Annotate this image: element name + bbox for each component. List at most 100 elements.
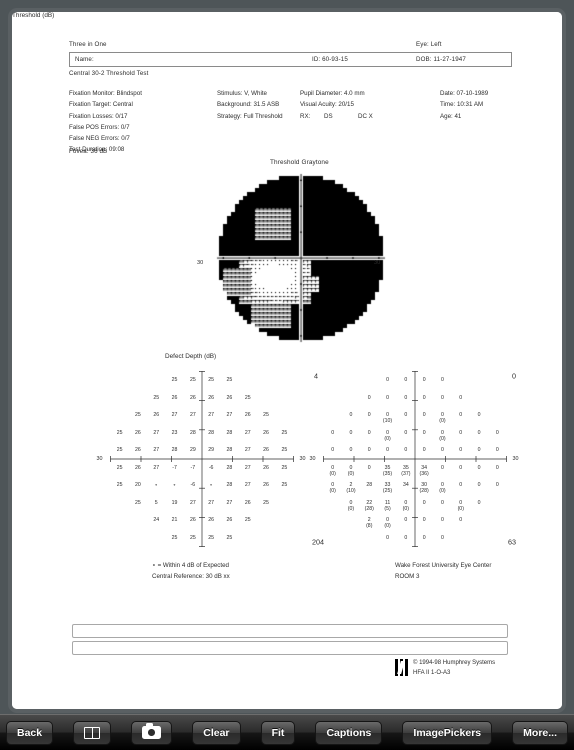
defect-depth-grid: 25 25 25 25 25 26 26 26 26 25 25 26 27 27 27 27 26 25 25 26… [87, 364, 317, 554]
grid-value: 26 [244, 499, 251, 506]
grid-value: 0 [440, 447, 444, 454]
fovea-value: Fovea: 36 dB [69, 148, 108, 155]
grid-value: 25 [171, 377, 178, 384]
defect-depth-title: Defect Depth (dB) [165, 353, 217, 360]
grid-value: 24 [153, 517, 160, 524]
grid-value: ∘ [154, 482, 158, 489]
th-grid-axis-right: 30 [512, 456, 519, 462]
grid-value: 0 [422, 394, 426, 401]
strategy: Strategy: Full Threshold [217, 112, 283, 120]
grid-value: 27 [153, 464, 160, 471]
pupil-diameter: Pupil Diameter: 4.0 mm [300, 90, 365, 97]
grid-value: 28 [208, 429, 215, 436]
false-neg-errors: False NEG Errors: 0/7 [69, 135, 130, 143]
grid-retest-value: (0) [439, 435, 446, 442]
grid-value: 0 [440, 377, 444, 384]
eye-label: Eye: Left [416, 41, 442, 48]
grid-value: 26 [208, 394, 215, 401]
grid-value: 0 [459, 394, 463, 401]
back-button[interactable]: Back [6, 720, 54, 745]
grid-value: 26 [208, 517, 215, 524]
camera-button[interactable] [131, 720, 173, 745]
defect-legend: ∘ = Within 4 dB of Expected Central Refe… [152, 560, 230, 582]
grid-value: 34 [402, 482, 409, 489]
grid-value: -7 [190, 464, 196, 471]
fit-button[interactable]: Fit [260, 720, 296, 745]
grid-value: 26 [263, 482, 269, 489]
grid-value: 0 [459, 429, 463, 436]
fixation-target: Fixation Target: Central [69, 101, 133, 109]
copyright-line: © 1994-98 Humphrey Systems [413, 660, 496, 666]
grid-value: 26 [135, 429, 141, 436]
document-page-frame[interactable]: Three in One Eye: Left Name: ID: 60-93-1… [8, 8, 566, 713]
more-button[interactable]: More... [512, 720, 569, 745]
copyright-text: © 1994-98 Humphrey Systems HFA II 1-O-A3 [413, 659, 495, 678]
central-reference: Central Reference: 30 dB xx [152, 573, 230, 580]
grid-value: 25 [226, 377, 233, 384]
grid-value: 0 [422, 517, 426, 524]
grid-value: 0 [495, 464, 499, 471]
captions-button[interactable]: Captions [315, 720, 383, 745]
grid-value: 0 [367, 464, 371, 471]
grid-value: 0 [422, 534, 426, 541]
grid-value: 27 [171, 412, 178, 419]
grid-value: 27 [244, 482, 251, 489]
grid-value: 0 [422, 429, 426, 436]
imagepickers-button[interactable]: ImagePickers [402, 720, 493, 745]
grid-value: 0 [404, 447, 408, 454]
grid-value: 0 [422, 499, 426, 506]
grid-retest-value: (0) [329, 488, 336, 495]
grid-value: -7 [172, 464, 177, 471]
grid-value: 0 [440, 517, 444, 524]
grid-retest-value: (0) [384, 523, 391, 530]
grid-value: 0 [331, 429, 335, 436]
grid-value: 28 [366, 482, 373, 489]
graytone-axis-right: 30 [374, 260, 381, 266]
patient-name-field: Name: [75, 56, 94, 63]
grid-retest-value: (5) [384, 505, 391, 512]
grid-value: 28 [171, 447, 178, 454]
grid-value: 0 [440, 464, 444, 471]
patient-age: Age: 41 [440, 112, 462, 120]
corner-top-left: 4 [314, 371, 318, 381]
grid-value: 28 [226, 429, 233, 436]
site-name: Wake Forest University Eye Center [395, 562, 492, 569]
grid-retest-value: (0) [439, 418, 446, 425]
grid-value: 0 [477, 447, 481, 454]
grid-value: 25 [281, 447, 288, 454]
grid-value: 0 [367, 429, 371, 436]
grid-value: 25 [135, 412, 141, 419]
comment-box-2[interactable] [72, 641, 508, 655]
grid-value: 0 [440, 534, 444, 541]
grid-value: 25 [116, 482, 123, 489]
grid-retest-value: (35) [382, 470, 393, 477]
grid-value: 27 [153, 429, 160, 436]
bottom-toolbar: Back Clear Fit Captions ImagePickers Mor… [0, 714, 574, 750]
grid-value: 20 [135, 482, 141, 489]
grid-value: 26 [189, 517, 196, 524]
grid-retest-value: (0) [347, 505, 355, 512]
grid-value: 0 [386, 534, 389, 541]
grid-value: 0 [477, 412, 481, 419]
patient-id: ID: 60-93-15 [312, 56, 348, 63]
rx-dc: DC X [358, 112, 373, 120]
test-name: Central 30-2 Threshold Test [69, 70, 149, 77]
grid-value: 0 [477, 464, 481, 471]
site-info: Wake Forest University Eye Center ROOM 3 [395, 560, 491, 582]
threshold-title: Threshold (dB) [12, 12, 55, 19]
grid-value: 27 [244, 464, 251, 471]
grid-value: 26 [171, 394, 178, 401]
visual-field-report-page: Three in One Eye: Left Name: ID: 60-93-1… [12, 12, 562, 709]
grid-value: 0 [459, 464, 463, 471]
within-expected-legend: ∘ = Within 4 dB of Expected [152, 562, 229, 569]
grid-value: 0 [422, 377, 426, 384]
grid-value: 0 [404, 429, 408, 436]
grid-retest-value: (0) [439, 488, 446, 495]
grid-value: 25 [244, 394, 251, 401]
grid-value: 26 [226, 394, 233, 401]
clear-button[interactable]: Clear [192, 720, 241, 745]
test-time: Time: 10:31 AM [440, 101, 484, 109]
comment-box-1[interactable] [72, 624, 508, 638]
pages-button[interactable] [73, 720, 112, 745]
grid-value: 21 [171, 517, 178, 524]
